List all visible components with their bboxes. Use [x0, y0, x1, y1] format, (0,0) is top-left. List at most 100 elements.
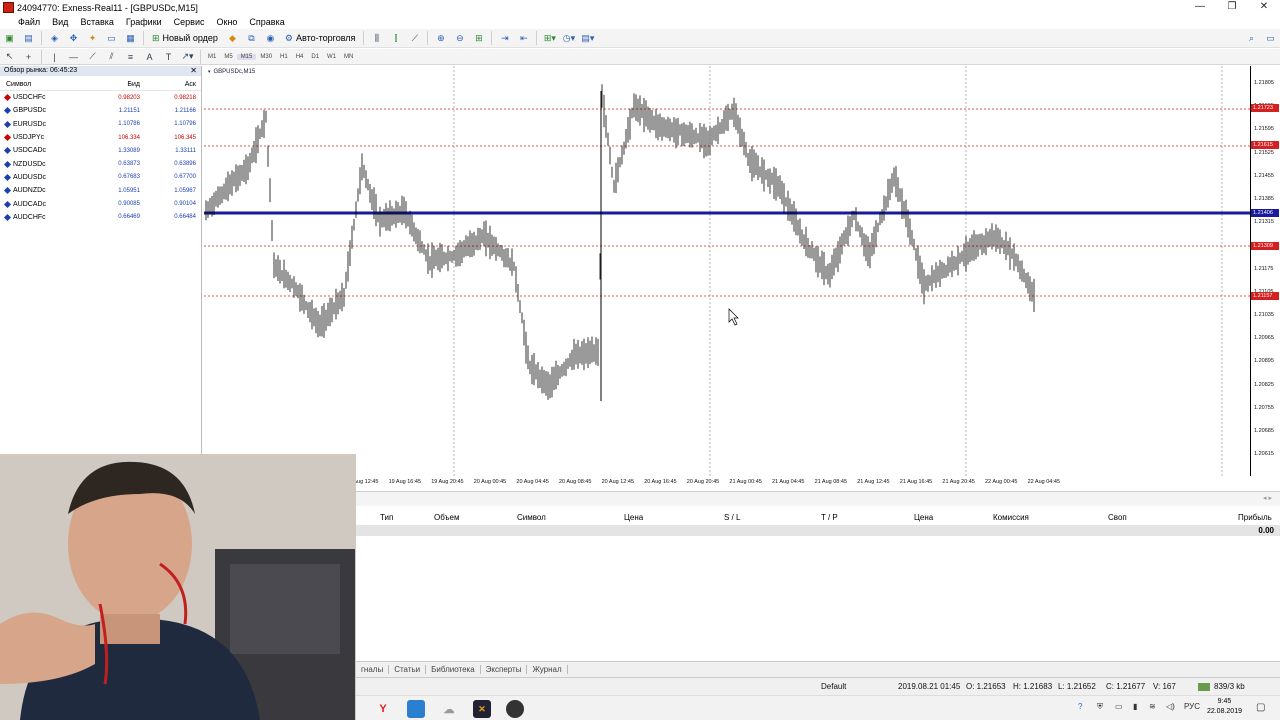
templates-icon[interactable]: ▤▾	[580, 32, 595, 45]
timeframe-m5[interactable]: M5	[220, 54, 236, 60]
market-watch-row[interactable]: EURUSDc 1.10786 1.10796	[0, 118, 201, 131]
notifications-icon[interactable]: ▢	[1256, 702, 1265, 713]
menu-view[interactable]: Вид	[47, 17, 75, 27]
menu-charts[interactable]: Графики	[121, 17, 169, 27]
tab-library[interactable]: Библиотека	[426, 665, 481, 674]
text-icon[interactable]: A	[142, 50, 157, 63]
virtual-hosting-icon[interactable]: ◉	[263, 32, 278, 45]
tray-icon[interactable]: ⛨	[1097, 702, 1103, 712]
autoscroll-icon[interactable]: ⇤	[516, 32, 531, 45]
signals-icon[interactable]: ⧉	[244, 32, 259, 45]
horizontal-line-icon[interactable]: —	[66, 50, 81, 63]
line-chart-icon[interactable]: ⟋	[407, 32, 422, 45]
help-tray-icon[interactable]: ?	[1078, 702, 1082, 711]
market-watch-row[interactable]: GBPUSDc 1.21151 1.21166	[0, 104, 201, 117]
new-chart-icon[interactable]: ▣	[2, 32, 17, 45]
tab-experts[interactable]: Эксперты	[481, 665, 528, 674]
strategy-tester-icon[interactable]: ▦	[123, 32, 138, 45]
indicators-icon[interactable]: ⊞▾	[542, 32, 557, 45]
terminal-icon[interactable]: ▭	[104, 32, 119, 45]
close-button[interactable]: ✕	[1248, 0, 1280, 15]
market-watch-row[interactable]: USDJPYc 106.334 106.345	[0, 131, 201, 144]
chart-canvas[interactable]	[204, 66, 1250, 491]
metaeditor-icon[interactable]: ◆	[225, 32, 240, 45]
minimize-button[interactable]: —	[1184, 0, 1216, 15]
menu-tools[interactable]: Сервис	[169, 17, 212, 27]
price-axis[interactable]: 1.218051.216651.215951.215251.214551.213…	[1250, 66, 1280, 476]
column-symbol[interactable]: Символ	[517, 513, 546, 522]
scroll-arrows-icon[interactable]: ◂ ▸	[1263, 494, 1272, 502]
keyboard-language[interactable]: РУС	[1184, 702, 1200, 711]
time-axis[interactable]: 19 Aug 12:45 19 Aug 16:45 19 Aug 20:45 20 A…	[346, 476, 1250, 490]
column-type[interactable]: Тип	[380, 513, 393, 522]
tab-journal[interactable]: Журнал	[527, 665, 568, 674]
yandex-browser-icon[interactable]: Y	[374, 700, 392, 718]
metatrader-taskbar-icon[interactable]: ✕	[473, 700, 491, 718]
periods-icon[interactable]: ◷▾	[561, 32, 576, 45]
timeframe-m15[interactable]: M15	[236, 53, 257, 60]
chat-icon[interactable]: ▭	[1263, 32, 1278, 45]
obs-icon[interactable]	[506, 700, 524, 718]
tab-signals[interactable]: гналы	[356, 665, 390, 674]
new-order-button[interactable]: ⊞ Новый ордер	[149, 32, 221, 45]
zoom-out-icon[interactable]: ⊖	[452, 32, 467, 45]
photos-icon[interactable]: ☁	[440, 700, 458, 718]
timeframe-h1[interactable]: H1	[276, 54, 292, 60]
column-sl[interactable]: S / L	[724, 513, 740, 522]
price-chart[interactable]: ▾ GBPUSDc,M15	[204, 66, 1250, 491]
search-icon[interactable]: ⌕	[1244, 32, 1259, 45]
menu-help[interactable]: Справка	[244, 17, 291, 27]
tab-articles[interactable]: Статьи	[389, 665, 427, 674]
column-profit[interactable]: Прибыль	[1238, 513, 1272, 522]
crosshair-icon[interactable]: +	[21, 50, 36, 63]
zoom-in-icon[interactable]: ⊕	[433, 32, 448, 45]
market-watch-row[interactable]: AUDCADc 0.90085 0.90104	[0, 197, 201, 210]
market-watch-close-icon[interactable]: ✕	[190, 66, 197, 76]
market-watch-row[interactable]: AUDNZDc 1.05951 1.05967	[0, 184, 201, 197]
taskbar-clock[interactable]: 9:45 22.08.2019	[1207, 697, 1242, 717]
column-commission[interactable]: Комиссия	[993, 513, 1029, 522]
column-bid[interactable]: Бид	[86, 81, 142, 88]
column-swap[interactable]: Своп	[1108, 513, 1127, 522]
maximize-button[interactable]: ❐	[1216, 0, 1248, 15]
market-watch-row[interactable]: USDCADc 1.33089 1.33111	[0, 144, 201, 157]
tray-icon[interactable]: ▮	[1133, 702, 1137, 711]
bar-chart-icon[interactable]: ⫼	[369, 32, 384, 45]
timeframe-mn[interactable]: MN	[340, 54, 357, 60]
chart-shift-icon[interactable]: ⇥	[497, 32, 512, 45]
market-watch-row[interactable]: NZDUSDc 0.63873 0.63896	[0, 157, 201, 170]
tray-icon[interactable]: ▭	[1115, 702, 1123, 711]
market-watch-icon[interactable]: ◈	[47, 32, 62, 45]
autotrading-button[interactable]: ⚙ Авто-торговля	[282, 32, 359, 45]
channel-icon[interactable]: ⫽	[104, 50, 119, 63]
timeframe-h4[interactable]: H4	[292, 54, 308, 60]
label-icon[interactable]: T	[161, 50, 176, 63]
column-tp[interactable]: T / P	[821, 513, 838, 522]
cursor-icon[interactable]: ↖	[2, 50, 17, 63]
arrows-icon[interactable]: ↗▾	[180, 50, 195, 63]
profiles-icon[interactable]: ▤	[21, 32, 36, 45]
chart-scroll-strip[interactable]: ◂ ▸	[356, 492, 1280, 506]
trendline-icon[interactable]: ⟋	[85, 50, 100, 63]
column-volume[interactable]: Объем	[434, 513, 460, 522]
column-price[interactable]: Цена	[624, 513, 643, 522]
menu-insert[interactable]: Вставка	[75, 17, 120, 27]
market-watch-row[interactable]: USDCHFc 0.98203 0.98218	[0, 91, 201, 104]
volume-icon[interactable]: ◁)	[1166, 702, 1175, 711]
fibonacci-icon[interactable]: ≡	[123, 50, 138, 63]
timeframe-d1[interactable]: D1	[307, 54, 323, 60]
navigator-icon[interactable]: ✦	[85, 32, 100, 45]
menu-window[interactable]: Окно	[212, 17, 245, 27]
timeframe-m30[interactable]: M30	[256, 54, 276, 60]
column-current-price[interactable]: Цена	[914, 513, 933, 522]
data-window-icon[interactable]: ✥	[66, 32, 81, 45]
file-explorer-icon[interactable]	[407, 700, 425, 718]
candlesticks-icon[interactable]: ⫿	[388, 32, 403, 45]
menu-file[interactable]: Файл	[0, 17, 47, 27]
column-symbol[interactable]: Символ	[0, 81, 86, 88]
wifi-icon[interactable]: ≋	[1149, 702, 1156, 711]
column-ask[interactable]: Аск	[142, 81, 198, 88]
timeframe-m1[interactable]: M1	[204, 54, 220, 60]
vertical-line-icon[interactable]: |	[47, 50, 62, 63]
timeframe-w1[interactable]: W1	[323, 54, 340, 60]
